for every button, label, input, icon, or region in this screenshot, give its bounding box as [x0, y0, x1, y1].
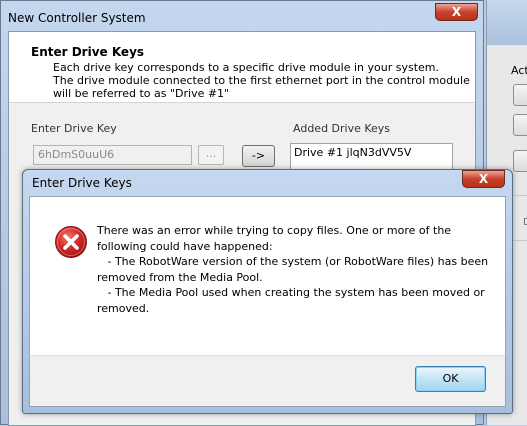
background-window-button-3[interactable] — [513, 150, 527, 172]
message-line: - The Media Pool used when creating the … — [97, 286, 485, 299]
description-line: will be referred to as "Drive #1" — [53, 87, 230, 100]
drive-key-input[interactable]: 6hDmS0uuU6 — [33, 145, 192, 165]
error-dialog: Enter Drive Keys X There was an error wh… — [22, 169, 513, 414]
window-close-button[interactable]: X — [435, 3, 478, 21]
background-window-label: Acti — [511, 64, 527, 77]
dialog-title: Enter Drive Keys — [32, 176, 132, 190]
message-line: removed. — [97, 301, 150, 315]
ok-button[interactable]: OK — [415, 366, 486, 392]
message-line: removed from the Media Pool. — [97, 270, 263, 284]
window-title: New Controller System — [8, 11, 146, 25]
description-line: Each drive key corresponds to a specific… — [53, 61, 439, 74]
list-item[interactable]: Drive #1 jlqN3dVV5V — [294, 146, 449, 159]
wizard-header-description: Each drive key corresponds to a specific… — [53, 61, 470, 100]
background-window-button-2[interactable] — [513, 114, 527, 136]
dialog-close-button[interactable]: X — [462, 170, 505, 188]
dialog-footer: OK — [29, 355, 506, 407]
browse-button[interactable]: ... — [198, 145, 224, 165]
background-divider — [511, 195, 527, 196]
description-line: The drive module connected to the first … — [53, 74, 470, 87]
add-drive-key-button[interactable]: -> — [242, 145, 275, 167]
background-window-letter: D — [523, 217, 527, 228]
background-divider — [511, 240, 527, 241]
added-drive-keys-label: Added Drive Keys — [293, 122, 391, 135]
message-line: following could have happened: — [97, 239, 273, 253]
enter-drive-key-label: Enter Drive Key — [31, 122, 117, 135]
wizard-header-title: Enter Drive Keys — [31, 45, 145, 59]
message-line: - The RobotWare version of the system (o… — [97, 255, 489, 268]
error-message: There was an error while trying to copy … — [97, 223, 492, 316]
error-icon — [55, 226, 87, 258]
message-line: There was an error while trying to copy … — [97, 224, 452, 237]
wizard-header: Enter Drive Keys Each drive key correspo… — [9, 32, 475, 103]
dialog-body: There was an error while trying to copy … — [29, 196, 506, 355]
background-window-button-1[interactable] — [513, 84, 527, 106]
background-window-titlebar — [487, 0, 527, 45]
